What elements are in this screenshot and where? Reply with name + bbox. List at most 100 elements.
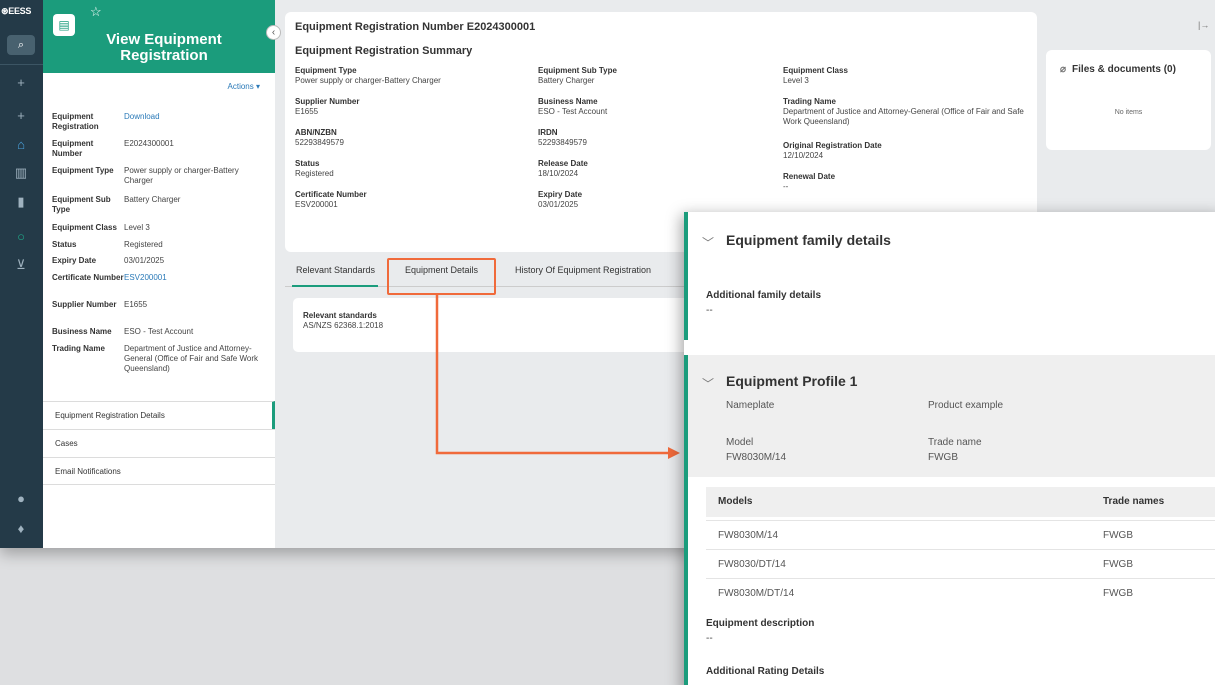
family-section-title: Equipment family details bbox=[726, 232, 891, 248]
home-icon[interactable]: ⌂ bbox=[7, 134, 35, 154]
model-value: FW8030M/14 bbox=[726, 452, 787, 463]
eess-logo: ⊛EESS bbox=[1, 6, 32, 16]
summary-field: Supplier Number E1655 bbox=[295, 97, 360, 116]
summary-field: Trading Name Department of Justice and At… bbox=[783, 97, 1024, 126]
summary-field: Certificate Number ESV200001 bbox=[295, 190, 367, 209]
models-table-header: Models Trade names bbox=[706, 487, 1215, 517]
sidebar-field-equipment-type: Equipment Type Power supply or charger-B… bbox=[52, 166, 267, 186]
field-label: Equipment Registration bbox=[52, 112, 99, 131]
trade-names-column-header: Trade names bbox=[1103, 496, 1165, 507]
field-value: 03/01/2025 bbox=[124, 256, 165, 265]
record-type-icon: ▤ bbox=[53, 14, 75, 36]
field-value: E1655 bbox=[124, 300, 148, 309]
sidebar-field-expiry-date: Expiry Date 03/01/2025 bbox=[52, 256, 267, 266]
table-row: FW8030M/14 FWGB bbox=[706, 520, 1215, 549]
sidebar-field-equipment-number: Equipment Number E2024300001 bbox=[52, 139, 267, 159]
field-value: Registered bbox=[124, 240, 163, 249]
summary-field: Release Date 18/10/2024 bbox=[538, 159, 588, 178]
summary-field: Equipment Type Power supply or charger-Ba… bbox=[295, 66, 441, 85]
sidebar-field-business-name: Business Name ESO - Test Account bbox=[52, 327, 267, 337]
sidebar-header: ▤ ☆ View Equipment Registration bbox=[43, 0, 275, 73]
equipment-description-value: -- bbox=[706, 633, 713, 644]
summary-field: ABN/NZBN 52293849579 bbox=[295, 128, 344, 147]
summary-field: Expiry Date 03/01/2025 bbox=[538, 190, 583, 209]
trade-name-cell: FWGB bbox=[1103, 530, 1133, 541]
plus-icon[interactable]: + bbox=[7, 72, 35, 92]
registration-number-heading: Equipment Registration Number E202430000… bbox=[295, 21, 536, 33]
field-value: Battery Charger bbox=[124, 195, 181, 204]
lightbulb-icon[interactable]: ♦ bbox=[7, 518, 35, 538]
additional-family-value: -- bbox=[706, 305, 713, 316]
product-example-label: Product example bbox=[928, 400, 1004, 411]
nav-divider bbox=[0, 64, 43, 65]
search-icon[interactable]: ⌕ bbox=[7, 35, 35, 55]
standards-label: Relevant standards bbox=[303, 311, 377, 320]
sidebar-field-equipment-sub-type: Equipment Sub Type Battery Charger bbox=[52, 195, 267, 215]
highlight-box bbox=[387, 258, 496, 295]
field-label: Expiry Date bbox=[52, 256, 97, 265]
trade-name-cell: FWGB bbox=[1103, 588, 1133, 599]
summary-field: IRDN 52293849579 bbox=[538, 128, 587, 147]
field-label: Trading Name bbox=[52, 344, 105, 353]
sidebar-field-equipment-class: Equipment Class Level 3 bbox=[52, 223, 267, 233]
field-value: E2024300001 bbox=[124, 139, 174, 148]
trade-name-label: Trade name bbox=[928, 437, 982, 448]
additional-rating-label: Additional Rating Details bbox=[706, 666, 825, 677]
files-title: ⌀ Files & documents (0) bbox=[1060, 64, 1176, 75]
equipment-family-section: ﹀ Equipment family details Additional fa… bbox=[684, 212, 1215, 340]
field-label: Equipment Type bbox=[52, 166, 114, 175]
field-label: Equipment Sub Type bbox=[52, 195, 111, 214]
paperclip-icon: ⌀ bbox=[1060, 64, 1067, 75]
sidebar-tab-registration-details[interactable]: Equipment Registration Details bbox=[43, 401, 275, 429]
field-label: Equipment Number bbox=[52, 139, 94, 158]
field-value: Power supply or charger-Battery Charger bbox=[124, 166, 239, 185]
sidebar-field-status: Status Registered bbox=[52, 240, 267, 250]
cart-icon[interactable]: ⊻ bbox=[7, 255, 35, 275]
expand-panel-icon[interactable]: |→ bbox=[1198, 20, 1209, 30]
additional-family-label: Additional family details bbox=[706, 290, 822, 301]
equipment-details-zoom-panel: ﹀ Equipment family details Additional fa… bbox=[684, 212, 1215, 685]
models-column-header: Models bbox=[718, 496, 753, 507]
model-cell: FW8030M/14 bbox=[718, 530, 779, 541]
trade-name-cell: FWGB bbox=[1103, 559, 1133, 570]
chevron-down-icon[interactable]: ﹀ bbox=[702, 234, 714, 251]
sidebar-tab-email-notifications[interactable]: Email Notifications bbox=[43, 457, 275, 485]
building-icon[interactable]: ▥ bbox=[7, 163, 35, 183]
summary-field: Equipment Class Level 3 bbox=[783, 66, 848, 85]
summary-field: Status Registered bbox=[295, 159, 334, 178]
profile-title: Equipment Profile 1 bbox=[726, 373, 858, 389]
field-value: Department of Justice and Attorney-Gener… bbox=[124, 344, 258, 373]
certificate-link[interactable]: ESV200001 bbox=[124, 273, 267, 283]
actions-dropdown[interactable]: Actions ▾ bbox=[228, 82, 260, 91]
summary-field: Original Registration Date 12/10/2024 bbox=[783, 141, 882, 160]
sidebar-field-equipment-registration: Equipment Registration Download bbox=[52, 112, 267, 132]
summary-field: Business Name ESO - Test Account bbox=[538, 97, 608, 116]
field-value: Level 3 bbox=[124, 223, 150, 232]
tab-relevant-standards[interactable]: Relevant Standards bbox=[296, 265, 375, 275]
download-link[interactable]: Download bbox=[124, 112, 267, 132]
sidebar-tab-cases[interactable]: Cases bbox=[43, 429, 275, 457]
favourite-star-icon[interactable]: ☆ bbox=[90, 4, 102, 20]
table-row: FW8030M/DT/14 FWGB bbox=[706, 578, 1215, 607]
search-nav-icon[interactable]: ○ bbox=[7, 226, 35, 246]
bell-icon[interactable]: ● bbox=[7, 488, 35, 508]
relevant-standards-card: Relevant standards AS/NZS 62368.1:2018 bbox=[293, 298, 693, 352]
plus-icon-secondary[interactable]: + bbox=[7, 105, 35, 125]
summary-field: Renewal Date -- bbox=[783, 172, 836, 191]
files-documents-panel: ⌀ Files & documents (0) No items bbox=[1046, 50, 1211, 150]
files-empty-text: No items bbox=[1114, 109, 1143, 116]
collapse-sidebar-button[interactable]: ‹ bbox=[266, 25, 281, 40]
field-label: Supplier Number bbox=[52, 300, 117, 309]
sidebar-field-supplier-number: Supplier Number E1655 bbox=[52, 300, 267, 310]
standards-value: AS/NZS 62368.1:2018 bbox=[303, 321, 384, 330]
nameplate-label: Nameplate bbox=[726, 400, 775, 411]
table-row: FW8030/DT/14 FWGB bbox=[706, 549, 1215, 578]
chevron-down-icon[interactable]: ﹀ bbox=[702, 375, 714, 392]
left-navigation-bar: ⊛EESS ⌕ + + ⌂ ▥ ▮ ○ ⊻ ● ♦ bbox=[0, 0, 43, 548]
record-sidebar: ▤ ☆ View Equipment Registration Actions … bbox=[43, 0, 275, 548]
bar-chart-icon[interactable]: ▮ bbox=[7, 192, 35, 212]
model-label: Model bbox=[726, 437, 754, 448]
equipment-description-label: Equipment description bbox=[706, 618, 815, 629]
sidebar-field-trading-name: Trading Name Department of Justice and A… bbox=[52, 344, 267, 374]
tab-history[interactable]: History Of Equipment Registration bbox=[515, 265, 651, 275]
